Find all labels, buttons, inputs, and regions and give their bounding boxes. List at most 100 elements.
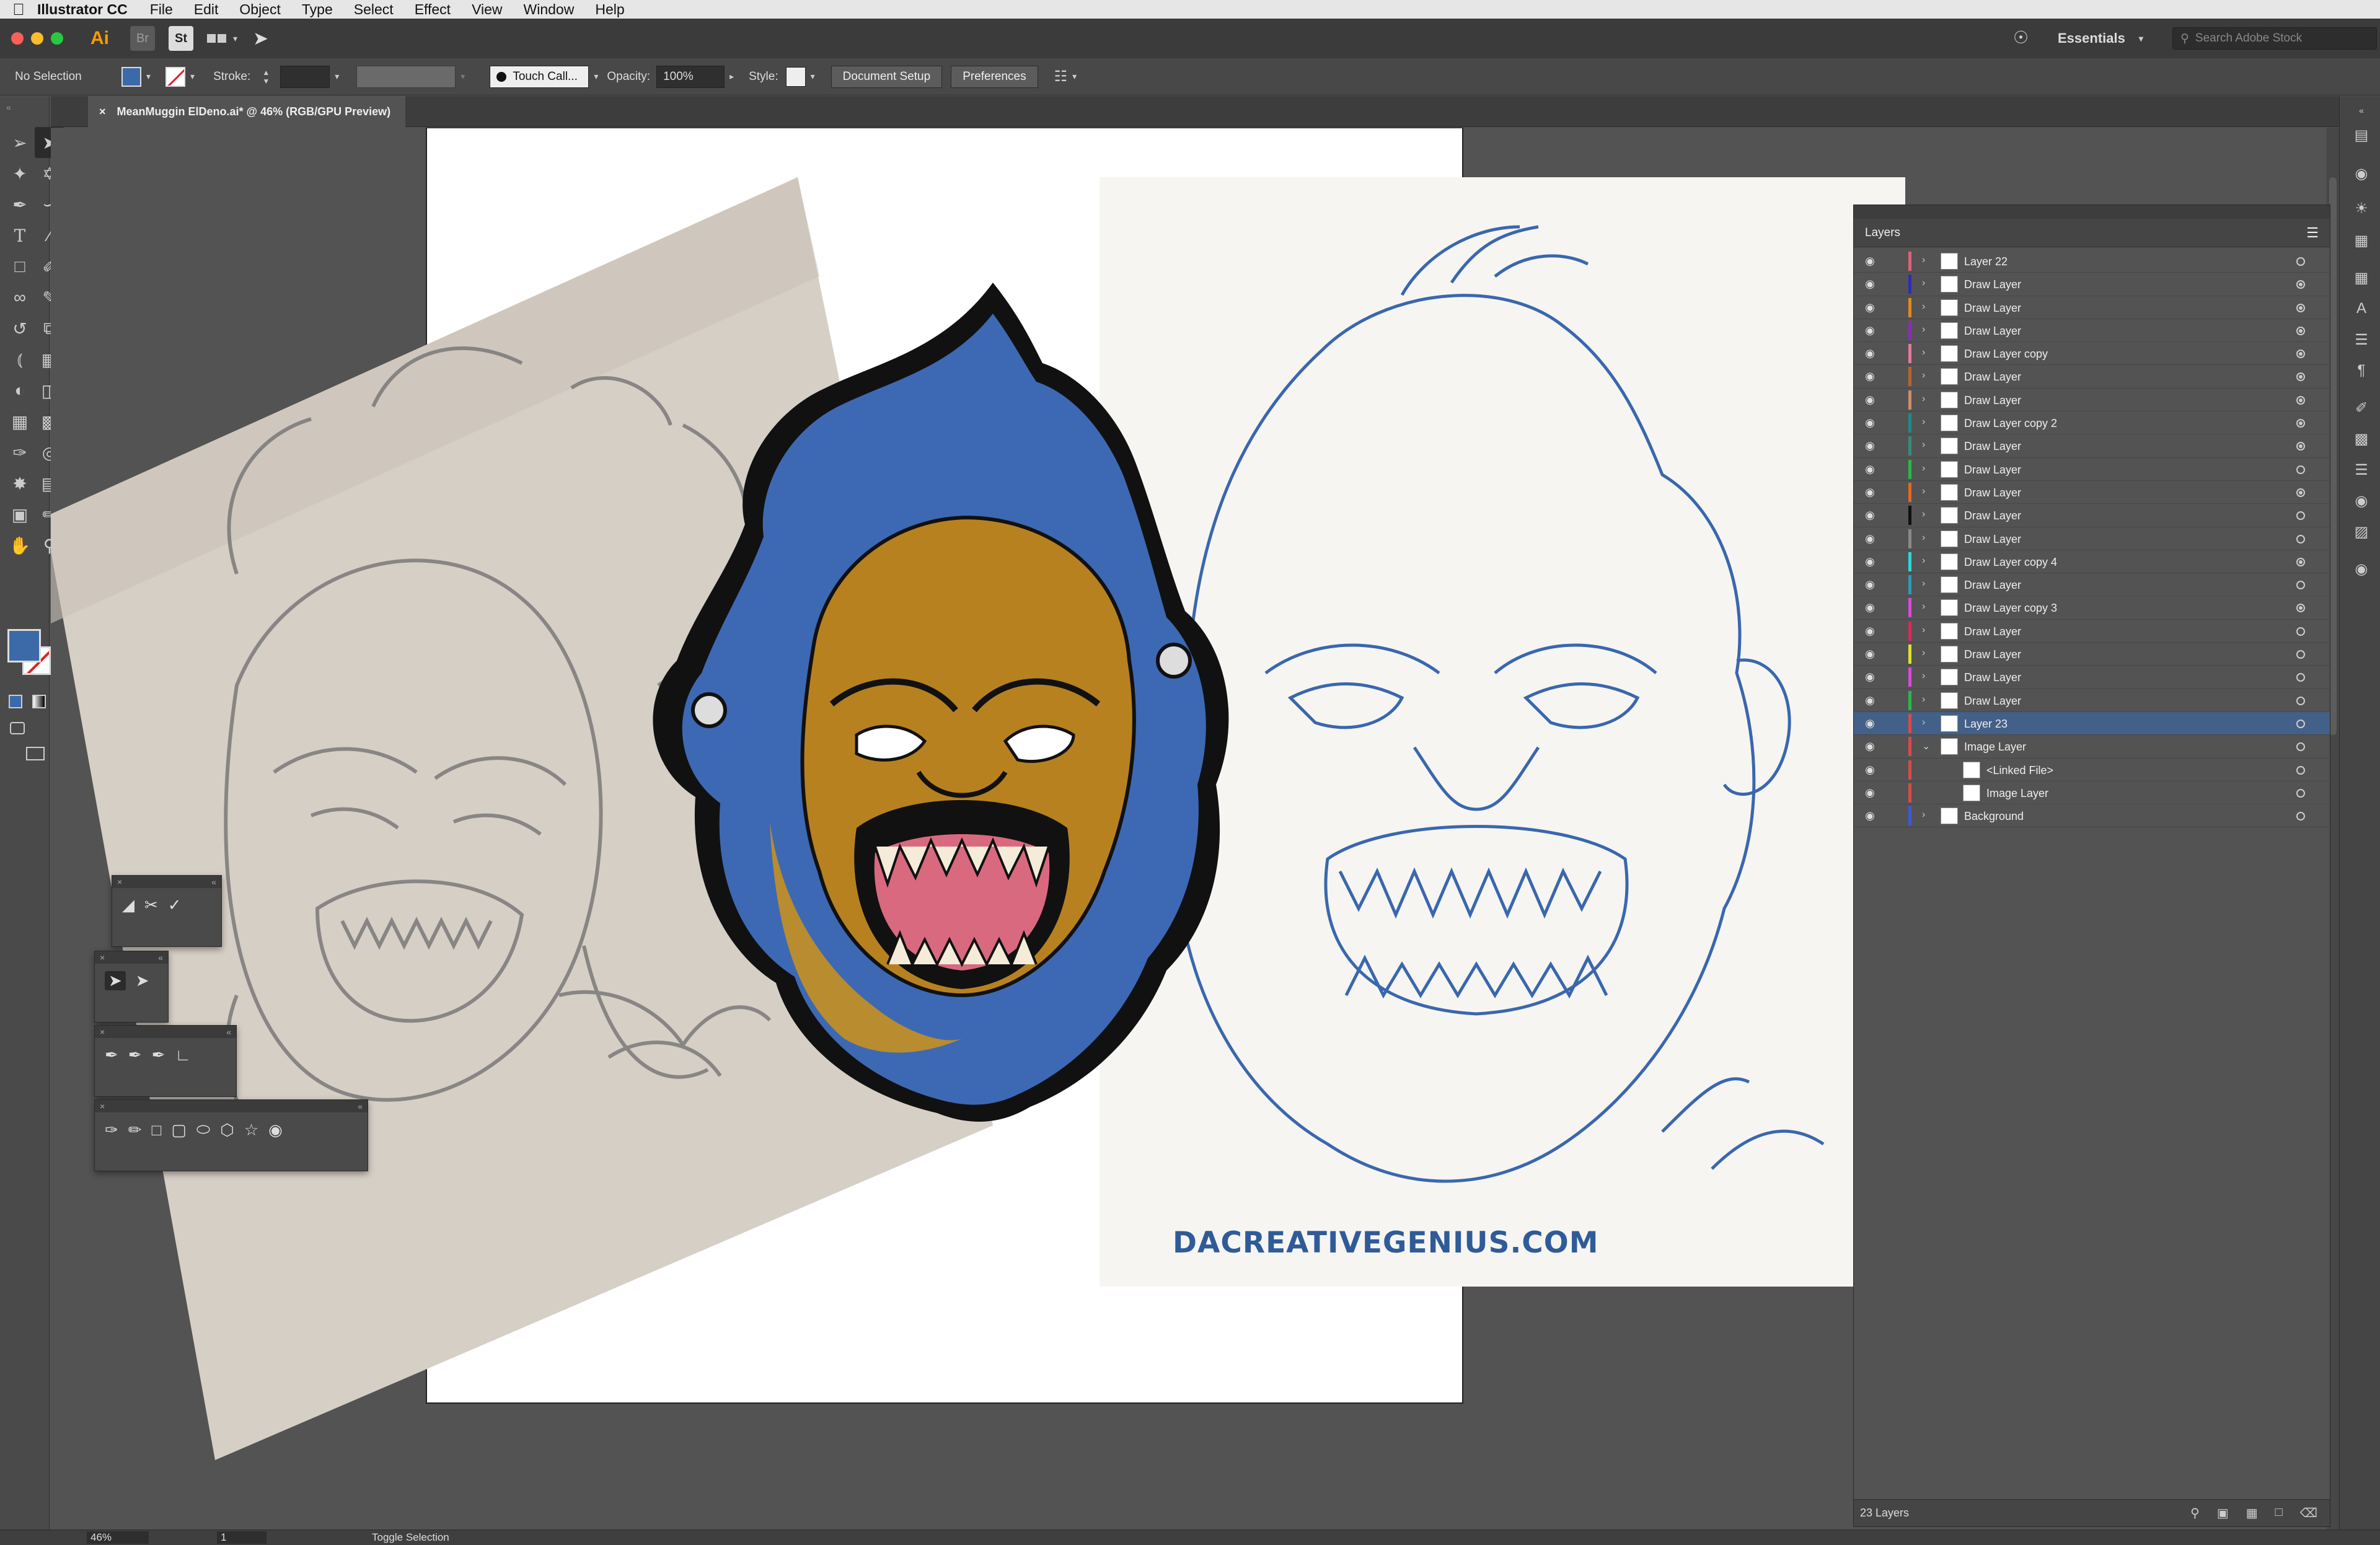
chevron-down-icon[interactable]: ▾ xyxy=(335,71,339,82)
close-window-button[interactable] xyxy=(11,32,24,45)
visibility-eye-icon[interactable]: ◉ xyxy=(1862,255,1877,266)
character-icon[interactable]: A xyxy=(2353,300,2369,317)
chevron-right-icon[interactable]: › xyxy=(1922,324,1925,335)
fill-color-swatch[interactable] xyxy=(7,629,41,662)
target-circle-icon[interactable] xyxy=(2296,696,2305,705)
zoom-field[interactable]: 46% xyxy=(87,1531,149,1544)
type-icon[interactable]: T xyxy=(5,220,35,251)
width-icon[interactable]: ⦅ xyxy=(5,344,35,375)
chevron-right-icon[interactable]: › xyxy=(1922,648,1925,659)
layer-name[interactable]: Draw Layer xyxy=(1964,464,2021,477)
visibility-eye-icon[interactable]: ◉ xyxy=(1862,741,1877,752)
hand-icon[interactable]: ✋ xyxy=(5,530,35,561)
brush-definition[interactable]: Touch Call... xyxy=(490,65,589,88)
swatches-icon[interactable]: ▦ xyxy=(2353,232,2369,249)
layer-name[interactable]: Draw Layer copy 4 xyxy=(1964,556,2057,569)
layer-name[interactable]: Draw Layer xyxy=(1964,625,2021,638)
visibility-eye-icon[interactable]: ◉ xyxy=(1862,764,1877,775)
chevron-right-icon[interactable]: › xyxy=(1922,555,1925,566)
close-icon[interactable]: × xyxy=(99,105,106,118)
add-anchor-icon[interactable]: ✒ xyxy=(128,1045,142,1065)
menu-edit[interactable]: Edit xyxy=(194,1,219,18)
layer-name[interactable]: <Linked File> xyxy=(1986,764,2053,777)
layer-row[interactable]: ◉ › Draw Layer xyxy=(1854,296,2330,319)
shaper-icon[interactable]: ∞ xyxy=(5,282,35,313)
layer-row[interactable]: ◉ › Draw Layer xyxy=(1854,481,2330,504)
shape-builder-icon[interactable]: ◐ xyxy=(5,375,35,406)
lightbulb-icon[interactable]: ☉ xyxy=(2013,27,2029,48)
stock-search-field[interactable]: ⚲ Search Adobe Stock xyxy=(2172,27,2377,50)
target-circle-icon[interactable] xyxy=(2296,673,2305,682)
visibility-eye-icon[interactable]: ◉ xyxy=(1862,278,1877,289)
artboard-navigator[interactable]: 1 xyxy=(217,1531,267,1544)
target-circle-icon[interactable] xyxy=(2296,488,2305,497)
chevron-right-icon[interactable]: › xyxy=(1922,463,1925,474)
target-circle-icon[interactable] xyxy=(2296,465,2305,474)
panel-menu-icon[interactable]: ☰ xyxy=(2306,225,2319,241)
visibility-eye-icon[interactable]: ◉ xyxy=(1862,440,1877,451)
layer-row[interactable]: ◉ › Draw Layer xyxy=(1854,643,2330,666)
menu-object[interactable]: Object xyxy=(239,1,280,18)
visibility-eye-icon[interactable]: ◉ xyxy=(1862,348,1877,359)
color-mode-icon[interactable] xyxy=(9,695,22,708)
target-circle-icon[interactable] xyxy=(2296,742,2305,752)
layer-name[interactable]: Draw Layer copy 3 xyxy=(1964,602,2057,615)
knife-icon[interactable]: ✓ xyxy=(168,896,182,915)
chevron-right-icon[interactable]: › xyxy=(1922,717,1925,728)
chevron-right-icon[interactable]: › xyxy=(1922,532,1925,544)
visibility-eye-icon[interactable]: ◉ xyxy=(1862,325,1877,336)
target-circle-icon[interactable] xyxy=(2296,350,2305,359)
close-icon[interactable]: × xyxy=(117,877,122,887)
layer-row[interactable]: ◉ › Draw Layer xyxy=(1854,620,2330,643)
chevron-down-icon[interactable]: ⌄ xyxy=(1922,740,1930,752)
layer-row[interactable]: ◉ › Background xyxy=(1854,804,2330,828)
chevron-down-icon[interactable]: ▾ xyxy=(594,71,598,82)
layer-name[interactable]: Draw Layer copy xyxy=(1964,348,2048,361)
menu-window[interactable]: Window xyxy=(524,1,575,18)
stroke-panel-icon[interactable]: ☰ xyxy=(2353,462,2369,478)
layer-name[interactable]: Draw Layer xyxy=(1964,533,2021,546)
target-circle-icon[interactable] xyxy=(2296,604,2305,613)
opacity-field[interactable]: 100% xyxy=(656,65,725,88)
selection-tool-icon[interactable]: ➢ xyxy=(5,127,35,158)
target-circle-icon[interactable] xyxy=(2296,442,2305,451)
visibility-eye-icon[interactable]: ◉ xyxy=(1862,556,1877,567)
layer-name[interactable]: Draw Layer xyxy=(1964,695,2021,708)
apple-icon[interactable]:  xyxy=(0,0,37,19)
layer-row[interactable]: ◉ › Draw Layer xyxy=(1854,319,2330,343)
rectangle-icon[interactable]: □ xyxy=(152,1120,162,1140)
layer-row[interactable]: ◉ › Draw Layer copy 4 xyxy=(1854,550,2330,574)
target-circle-icon[interactable] xyxy=(2296,765,2305,775)
star-icon[interactable]: ☆ xyxy=(244,1120,258,1140)
target-circle-icon[interactable] xyxy=(2296,419,2305,428)
stroke-label[interactable]: Stroke: xyxy=(213,70,250,84)
flare-icon[interactable]: ◉ xyxy=(268,1120,283,1140)
layer-row[interactable]: ◉ › Draw Layer copy xyxy=(1854,342,2330,366)
layer-name[interactable]: Image Layer xyxy=(1986,787,2048,800)
chevron-down-icon[interactable]: ▾ xyxy=(461,71,465,82)
target-circle-icon[interactable] xyxy=(2296,280,2305,289)
document-tab[interactable]: × MeanMuggin ElDeno.ai* @ 46% (RGB/GPU P… xyxy=(88,96,406,127)
mesh-icon[interactable]: ▦ xyxy=(5,406,35,437)
scissors-icon[interactable]: ✂ xyxy=(144,896,158,915)
chevron-down-icon[interactable]: ▾ xyxy=(1072,71,1077,82)
close-icon[interactable]: × xyxy=(100,953,105,962)
anchor-point-icon[interactable]: ∟ xyxy=(175,1045,190,1065)
menu-type[interactable]: Type xyxy=(302,1,333,18)
target-circle-icon[interactable] xyxy=(2296,788,2305,798)
eraser-icon[interactable]: ◢ xyxy=(122,896,134,915)
target-circle-icon[interactable] xyxy=(2296,511,2305,521)
chevron-right-icon[interactable]: › xyxy=(1922,347,1925,358)
fill-swatch[interactable] xyxy=(121,66,141,87)
target-circle-icon[interactable] xyxy=(2296,557,2305,566)
chevron-right-icon[interactable]: › xyxy=(1922,255,1925,266)
layer-name[interactable]: Draw Layer xyxy=(1964,671,2021,684)
align-icon[interactable]: ☷ xyxy=(1054,68,1068,86)
layer-row[interactable]: ◉ › Draw Layer xyxy=(1854,689,2330,712)
eyedropper-icon[interactable]: ✑ xyxy=(105,1120,118,1140)
arrange-documents-icon[interactable]: ▾ xyxy=(207,26,238,51)
libraries-icon[interactable]: ◉ xyxy=(2353,165,2369,182)
ellipse-icon[interactable]: ⬭ xyxy=(196,1120,210,1140)
transparency-icon[interactable]: ▨ xyxy=(2353,524,2369,540)
visibility-eye-icon[interactable]: ◉ xyxy=(1862,509,1877,521)
